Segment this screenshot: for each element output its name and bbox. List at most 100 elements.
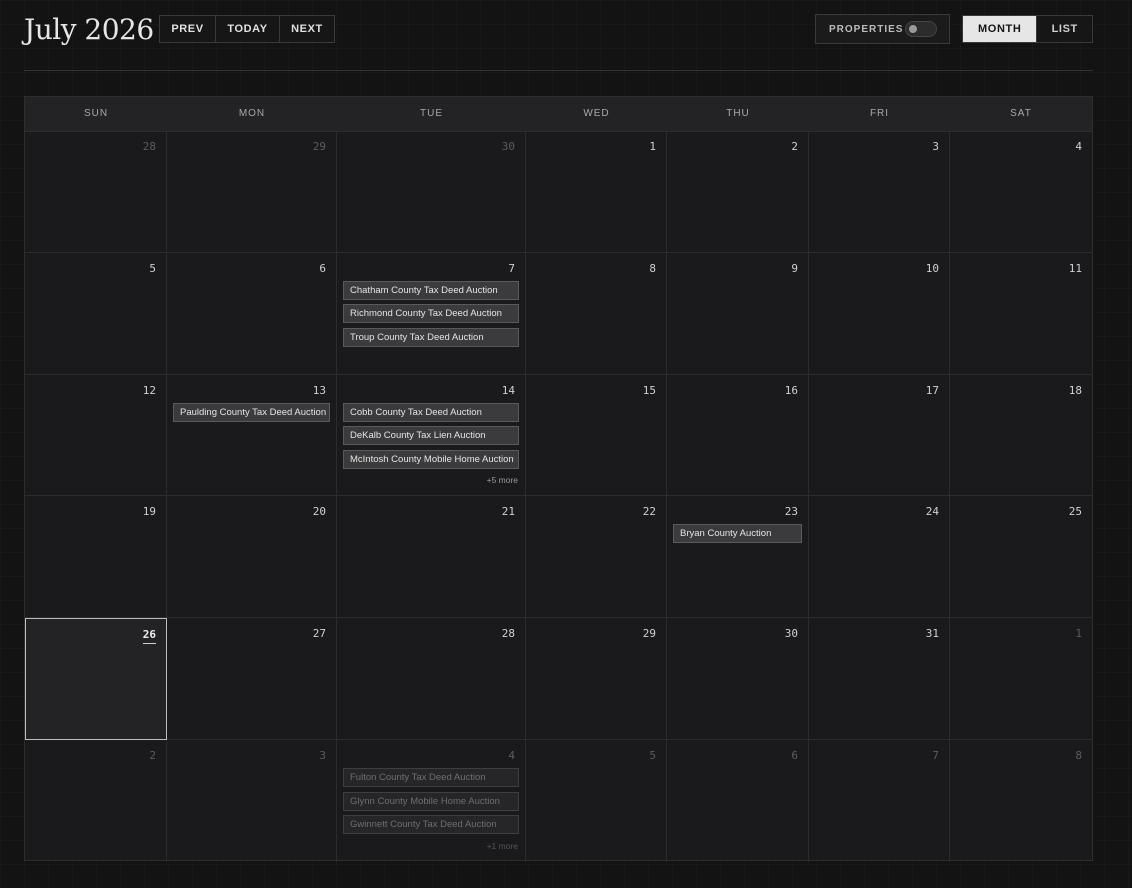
prev-button[interactable]: PREV xyxy=(160,16,216,42)
day-cell[interactable]: 30 xyxy=(337,131,526,253)
month-grid: SUN MON TUE WED THU FRI SAT 28 29 30 1 2 3 4 5 6 7 Chath… xyxy=(24,96,1093,862)
day-cell[interactable]: 1 xyxy=(950,618,1092,740)
calendar-event[interactable]: Glynn County Mobile Home Auction xyxy=(343,791,519,811)
day-cell[interactable]: 29 xyxy=(167,131,337,253)
day-number: 12 xyxy=(142,383,156,397)
day-number: 28 xyxy=(142,140,156,153)
weekday-label: MON xyxy=(238,108,266,119)
day-number: 7 xyxy=(508,261,515,275)
day-cell[interactable]: 11 xyxy=(950,253,1092,375)
calendar-event[interactable]: Fulton County Tax Deed Auction xyxy=(343,768,519,787)
day-cell[interactable]: 31 xyxy=(809,618,950,740)
day-number: 14 xyxy=(501,383,515,397)
day-number: 3 xyxy=(932,140,939,153)
day-cell[interactable]: 29 xyxy=(526,618,667,740)
calendar-event[interactable]: Bryan County Auction xyxy=(673,524,802,544)
calendar-event[interactable]: Troup County Tax Deed Auction xyxy=(343,327,519,347)
day-cell[interactable]: 6 xyxy=(667,740,809,862)
day-cell[interactable]: 2 xyxy=(25,740,167,862)
calendar-event[interactable]: DeKalb County Tax Lien Auction xyxy=(343,426,519,446)
list-view-button[interactable]: LIST xyxy=(1036,16,1092,42)
next-button[interactable]: NEXT xyxy=(280,16,334,42)
calendar-event[interactable]: Cobb County Tax Deed Auction xyxy=(343,402,519,422)
day-number: 25 xyxy=(1068,505,1082,519)
day-cell[interactable]: 13 Paulding County Tax Deed Auction xyxy=(167,374,337,497)
day-number: 22 xyxy=(642,505,656,519)
day-cell[interactable]: 19 xyxy=(25,496,167,619)
day-cell[interactable]: 10 xyxy=(809,252,950,375)
day-cell[interactable]: 4 xyxy=(950,131,1092,253)
day-cell[interactable]: 6 xyxy=(167,252,337,375)
weekday-header-row: SUN MON TUE WED THU FRI SAT xyxy=(25,97,1092,132)
day-cell[interactable]: 4 Fulton County Tax Deed Auction Glynn Cou… xyxy=(337,740,526,862)
more-events-link[interactable]: +1 more xyxy=(487,841,518,851)
day-number: 7 xyxy=(932,749,939,762)
day-number: 29 xyxy=(642,627,656,641)
day-number: 28 xyxy=(501,627,515,641)
more-events-link[interactable]: +5 more xyxy=(487,475,518,485)
weekday-label: SAT xyxy=(1010,108,1032,119)
properties-toggle[interactable] xyxy=(905,21,937,37)
day-number: 11 xyxy=(1068,261,1082,275)
day-number: 5 xyxy=(149,261,156,275)
properties-label: PROPERTIES xyxy=(829,23,904,35)
day-cell[interactable]: 3 xyxy=(809,131,950,253)
day-cell[interactable]: 8 xyxy=(950,740,1092,862)
day-number: 29 xyxy=(312,140,326,153)
calendar-event[interactable]: Chatham County Tax Deed Auction xyxy=(343,280,519,300)
day-cell[interactable]: 27 xyxy=(167,618,337,740)
day-number: 24 xyxy=(925,505,939,519)
day-cell[interactable]: 14 Cobb County Tax Deed Auction DeKalb Cou… xyxy=(337,374,526,497)
day-cell[interactable]: 2 xyxy=(667,131,809,253)
day-number: 1 xyxy=(1075,627,1082,641)
day-cell[interactable]: 12 xyxy=(25,374,167,497)
day-cell[interactable]: 28 xyxy=(25,131,167,253)
day-number: 4 xyxy=(508,749,515,762)
month-view-button[interactable]: MONTH xyxy=(963,16,1037,42)
day-cell[interactable]: 7 Chatham County Tax Deed Auction Richmond… xyxy=(337,252,526,375)
day-cell-today[interactable]: 26 xyxy=(25,618,167,740)
day-cell[interactable]: 21 xyxy=(337,496,526,619)
day-cell[interactable]: 1 xyxy=(526,131,667,253)
today-button[interactable]: TODAY xyxy=(216,16,280,42)
header-divider xyxy=(24,70,1093,71)
weekday-label: SUN xyxy=(83,108,109,119)
day-cell[interactable]: 30 xyxy=(667,618,809,740)
day-cell[interactable]: 18 xyxy=(950,375,1092,497)
weekday-label: TUE xyxy=(420,108,443,119)
day-cell[interactable]: 17 xyxy=(809,374,950,497)
day-number: 3 xyxy=(319,749,326,762)
day-cell[interactable]: 28 xyxy=(337,618,526,740)
day-cell[interactable]: 25 xyxy=(950,496,1092,619)
day-number: 2 xyxy=(791,140,798,153)
day-cell[interactable]: 8 xyxy=(526,252,667,375)
day-cell[interactable]: 16 xyxy=(667,374,809,497)
day-number: 30 xyxy=(501,140,515,153)
calendar-event[interactable]: Gwinnett County Tax Deed Auction xyxy=(343,815,519,834)
properties-control: PROPERTIES xyxy=(815,14,950,44)
day-number: 17 xyxy=(925,383,939,397)
weekday-label: THU xyxy=(726,108,750,119)
day-cell[interactable]: 22 xyxy=(526,496,667,619)
day-number: 9 xyxy=(791,261,798,275)
day-number: 5 xyxy=(649,749,656,762)
day-number: 30 xyxy=(784,627,798,641)
day-cell[interactable]: 20 xyxy=(167,496,337,619)
day-cell[interactable]: 5 xyxy=(25,252,167,375)
day-number: 19 xyxy=(142,505,156,519)
day-number: 10 xyxy=(925,261,939,275)
calendar-event[interactable]: McIntosh County Mobile Home Auction xyxy=(343,449,519,469)
day-cell[interactable]: 7 xyxy=(809,740,950,862)
day-cell[interactable]: 5 xyxy=(526,740,667,862)
calendar-event[interactable]: Richmond County Tax Deed Auction xyxy=(343,304,519,324)
day-cell[interactable]: 15 xyxy=(526,374,667,497)
day-cell[interactable]: 23 Bryan County Auction xyxy=(667,496,809,619)
day-cell[interactable]: 3 xyxy=(167,740,337,862)
day-number: 23 xyxy=(784,505,798,519)
view-switcher: MONTH LIST xyxy=(962,15,1093,43)
day-cell[interactable]: 9 xyxy=(667,252,809,375)
day-cell[interactable]: 24 xyxy=(809,496,950,619)
day-number: 13 xyxy=(312,383,326,397)
calendar-event[interactable]: Paulding County Tax Deed Auction xyxy=(173,402,330,422)
day-number: 15 xyxy=(642,383,656,397)
